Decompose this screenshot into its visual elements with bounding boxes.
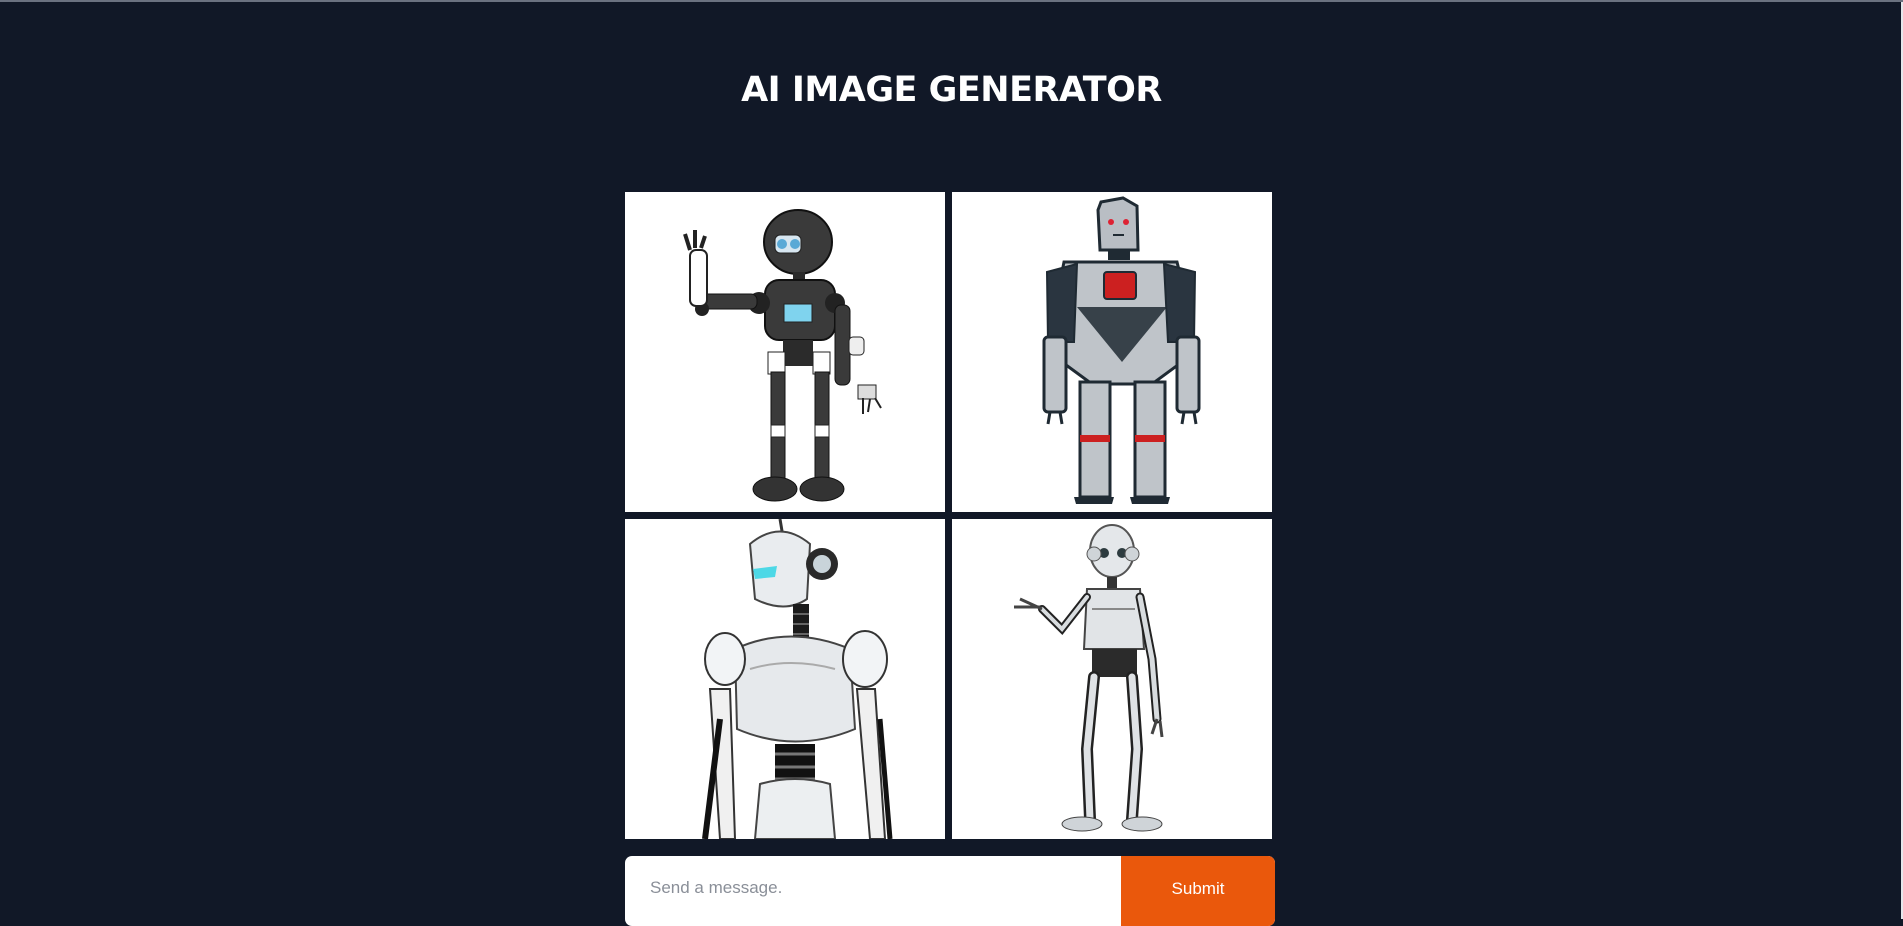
generated-image-2[interactable] bbox=[952, 192, 1272, 512]
generated-image-1[interactable] bbox=[625, 192, 945, 512]
window-top-border bbox=[0, 0, 1903, 2]
page-title: AI IMAGE GENERATOR bbox=[741, 70, 1162, 110]
robot-image-3 bbox=[625, 519, 945, 839]
message-form: Submit bbox=[625, 856, 1275, 926]
message-input[interactable] bbox=[625, 856, 1121, 926]
submit-button[interactable]: Submit bbox=[1121, 856, 1275, 926]
robot-image-4 bbox=[952, 519, 1272, 839]
generated-image-4[interactable] bbox=[952, 519, 1272, 839]
robot-image-2 bbox=[952, 192, 1272, 512]
robot-image-1 bbox=[625, 192, 945, 512]
generated-image-3[interactable] bbox=[625, 519, 945, 839]
image-gallery bbox=[625, 192, 1273, 839]
